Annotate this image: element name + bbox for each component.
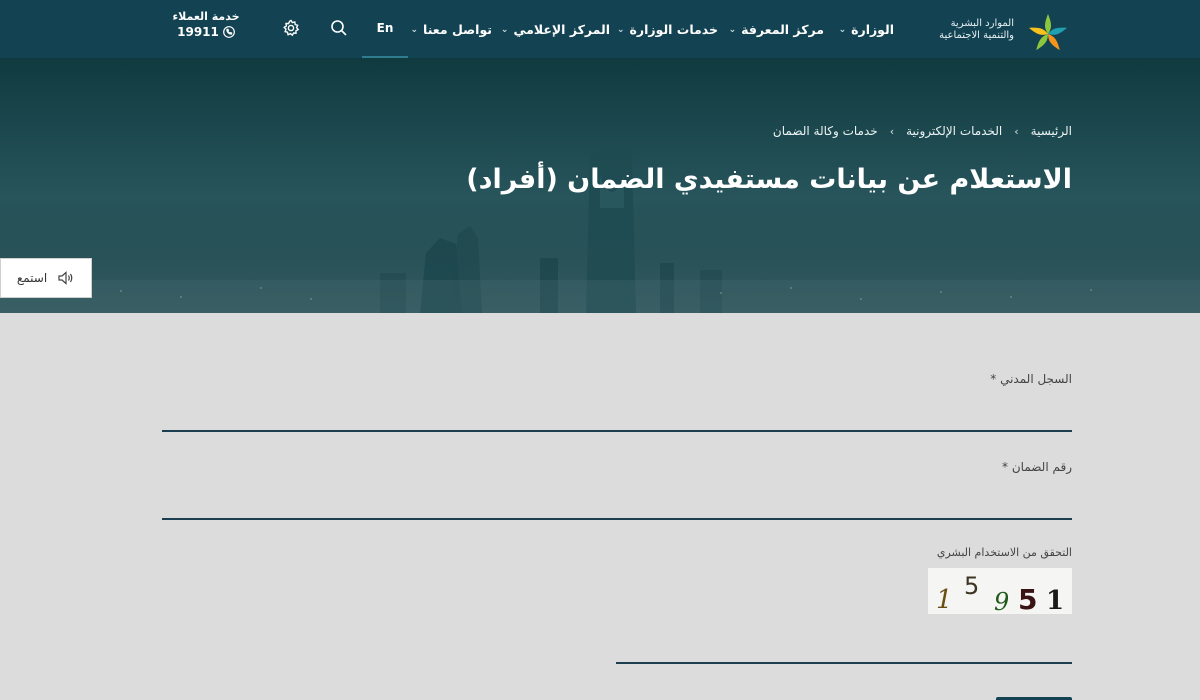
nav-item-label: الوزارة xyxy=(851,21,894,37)
chevron-left-icon: › xyxy=(889,124,895,138)
captcha-digit-3: 9 xyxy=(994,588,1009,614)
chevron-left-icon: › xyxy=(1014,124,1019,138)
speaker-icon xyxy=(58,271,73,285)
captcha-label: التحقق من الاستخدام البشري xyxy=(936,546,1072,559)
top-navigation-bar: الموارد البشرية والتنمية الاجتماعية الوز… xyxy=(0,0,1200,58)
chevron-down-icon: ⌄ xyxy=(617,25,625,35)
captcha-digits: 1 5 9 5 1 xyxy=(928,568,1072,616)
breadcrumb-current: خدمات وكالة الضمان xyxy=(772,124,878,138)
captcha-image: 1 5 9 5 1 xyxy=(928,568,1072,616)
hero-banner: الرئيسية › الخدمات الإلكترونية › خدمات و… xyxy=(0,58,1200,313)
customer-service-phone: 19911 xyxy=(177,25,219,39)
logo-text-line2: والتنمية الاجتماعية xyxy=(939,30,1014,41)
phone-icon xyxy=(222,26,235,38)
nav-item-knowledge-center[interactable]: مركز المعرفة ⌄ xyxy=(729,0,824,58)
nav-item-media-center[interactable]: المركز الإعلامي ⌄ xyxy=(501,0,610,58)
ministry-logo[interactable]: الموارد البشرية والتنمية الاجتماعية xyxy=(932,10,1072,51)
listen-label: استمع xyxy=(16,271,48,285)
logo-text-line1: الموارد البشرية xyxy=(950,18,1014,29)
breadcrumb-e-services[interactable]: الخدمات الإلكترونية xyxy=(906,124,1002,138)
gear-icon[interactable] xyxy=(278,15,304,41)
nav-item-ministry-services[interactable]: خدمات الوزارة ⌄ xyxy=(617,0,718,58)
breadcrumb: الرئيسية › الخدمات الإلكترونية › خدمات و… xyxy=(773,124,1072,138)
nav-item-contact-us[interactable]: تواصل معنا ⌄ xyxy=(410,0,492,58)
search-icon[interactable] xyxy=(326,15,352,41)
nav-item-label: تواصل معنا xyxy=(423,21,492,37)
nav-item-label: مركز المعرفة xyxy=(741,21,824,37)
nav-item-label: المركز الإعلامي xyxy=(513,21,610,37)
breadcrumb-home[interactable]: الرئيسية xyxy=(1031,124,1072,138)
page-title: الاستعلام عن بيانات مستفيدي الضمان (أفرا… xyxy=(466,164,1072,195)
security-number-label: رقم الضمان * xyxy=(1002,460,1072,474)
customer-service-title: خدمة العملاء xyxy=(172,10,240,23)
captcha-input[interactable] xyxy=(616,624,1072,664)
civil-id-label: السجل المدني * xyxy=(990,372,1072,386)
language-toggle[interactable]: En xyxy=(362,0,408,58)
captcha-digit-1: 1 xyxy=(936,585,953,614)
customer-service[interactable]: خدمة العملاء 19911 xyxy=(166,10,246,39)
security-number-field[interactable] xyxy=(162,480,1072,520)
logo-star-icon xyxy=(1028,14,1068,51)
logo-text: الموارد البشرية والتنمية الاجتماعية xyxy=(904,18,1014,42)
chevron-down-icon: ⌄ xyxy=(838,25,847,35)
captcha-digit-2: 5 xyxy=(964,572,979,600)
chevron-down-icon: ⌄ xyxy=(500,25,509,35)
civil-id-field[interactable] xyxy=(162,392,1072,432)
nav-item-ministry[interactable]: الوزارة ⌄ xyxy=(839,0,894,58)
captcha-digit-4: 5 xyxy=(1018,583,1037,614)
nav-item-label: خدمات الوزارة xyxy=(629,21,718,37)
chevron-down-icon: ⌄ xyxy=(410,25,418,35)
customer-service-phone-row: 19911 xyxy=(166,25,246,39)
captcha-digit-5: 1 xyxy=(1046,586,1064,614)
chevron-down-icon: ⌄ xyxy=(728,25,737,35)
listen-button[interactable]: استمع xyxy=(0,258,92,298)
